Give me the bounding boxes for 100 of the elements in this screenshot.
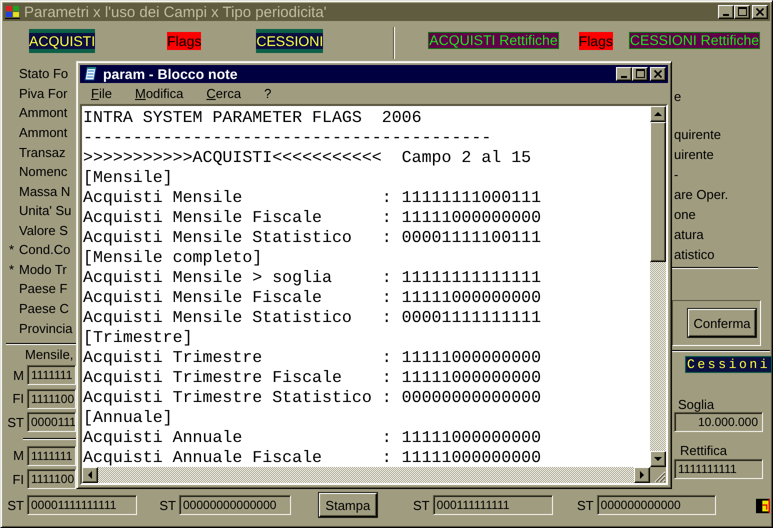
text-line: Acquisti Mensile > soglia : 11111111111111 — [83, 268, 542, 288]
text-line: Acquisti Mensile : 11111111000111 — [83, 188, 542, 208]
label-tag: ACQUISTI — [29, 29, 96, 53]
logo-icon — [756, 498, 770, 514]
left-arrow-icon — [88, 471, 92, 479]
maximize-button[interactable] — [632, 67, 648, 81]
label-tag: Cessioni — [685, 356, 772, 373]
up-arrow-icon — [654, 112, 662, 116]
value-field[interactable]: 1111100 — [27, 469, 76, 490]
field-label: Modo Tr — [19, 262, 67, 277]
scroll-left-button[interactable] — [82, 467, 98, 483]
text-line: Acquisti Trimestre Fiscale : 11111000000000 — [83, 368, 542, 388]
field-prefix: M — [12, 448, 25, 464]
menu-item[interactable]: File — [86, 86, 122, 100]
value-field[interactable]: 00001111111111 — [27, 495, 137, 515]
close-icon — [755, 7, 765, 17]
window-title: param - Blocco note — [103, 66, 239, 82]
menu-item[interactable]: Cerca — [201, 86, 252, 100]
field-label: Nomenc — [19, 164, 68, 180]
field-label: Valore S — [19, 222, 68, 238]
vertical-scrollbar[interactable] — [650, 106, 666, 467]
down-arrow-icon — [654, 456, 662, 462]
field-label: Transaz — [19, 144, 66, 160]
horizontal-scrollbar[interactable] — [82, 467, 650, 483]
right-arrow-icon — [640, 471, 644, 479]
text-line: Acquisti Mensile Statistico : 00001111100111 — [83, 228, 542, 248]
text-line: [Annuale] — [83, 408, 173, 428]
close-button[interactable] — [752, 5, 768, 19]
scroll-right-button[interactable] — [634, 467, 650, 483]
value-field[interactable]: 1111111 — [27, 365, 76, 386]
group-caption: Mensile, — [24, 346, 74, 364]
value-field[interactable]: 10.000.000 — [674, 412, 763, 432]
menu-item[interactable]: ? — [259, 86, 282, 100]
field-label: e — [674, 88, 682, 104]
field-label: uirente — [674, 146, 714, 162]
field-label: Paese C — [19, 301, 69, 316]
text-line: [Mensile completo] — [83, 248, 262, 268]
field-prefix: ST — [158, 498, 177, 512]
label-tag: ACQUISTI Rettifiche — [428, 32, 559, 49]
maximize-icon — [737, 7, 747, 17]
value-field[interactable]: 000000000000 — [596, 495, 716, 515]
maximize-icon — [635, 69, 645, 79]
menu-item[interactable]: Modifica — [130, 86, 194, 100]
field-label: atistico — [674, 246, 714, 262]
confirm-button[interactable]: Conferma — [688, 309, 756, 337]
label-tag: Flags — [167, 32, 202, 50]
field-label: Piva For — [19, 86, 68, 101]
field-label: - — [674, 166, 678, 182]
minimize-button[interactable] — [718, 5, 734, 19]
minimize-icon — [621, 76, 627, 78]
value-field[interactable]: 1111111 — [27, 446, 76, 466]
value-field[interactable]: 1111100 — [27, 388, 76, 409]
required-marker: * — [8, 262, 16, 277]
field-prefix: M — [12, 368, 25, 383]
field-label: one — [674, 206, 696, 222]
text-line: Acquisti Mensile Statistico : 00001111111111 — [83, 308, 542, 328]
text-line: [Trimestre] — [83, 328, 193, 348]
field-label: Soglia — [678, 397, 716, 412]
minimize-icon — [723, 14, 729, 16]
label-tag: CESSIONI Rettifiche — [628, 32, 760, 49]
field-prefix: ST — [6, 498, 25, 512]
scroll-down-button[interactable] — [650, 451, 666, 467]
app-icon — [5, 4, 21, 20]
print-button[interactable]: Stampa — [319, 493, 377, 517]
field-prefix: ST — [6, 414, 25, 430]
minimize-button[interactable] — [616, 67, 632, 81]
field-label: Ammont — [19, 105, 68, 120]
close-icon — [653, 69, 663, 79]
field-prefix: FI — [11, 472, 25, 487]
text-line: Acquisti Trimestre Statistico : 00000000000000 — [83, 388, 542, 408]
value-field[interactable]: 0000111 — [27, 412, 76, 432]
text-line: Acquisti Mensile Fiscale : 11111000000000 — [83, 288, 542, 308]
label-tag: CESSIONI — [256, 29, 324, 53]
text-area[interactable] — [82, 106, 650, 467]
resize-grip-icon[interactable] — [654, 471, 666, 483]
field-label: atura — [674, 226, 704, 242]
value-field[interactable]: 00000000000000 — [179, 495, 291, 515]
field-label: Stato Fo — [19, 66, 68, 82]
text-line: [Mensile] — [83, 168, 173, 188]
field-label: Ammont — [19, 124, 68, 140]
field-prefix: FI — [11, 391, 25, 406]
window-title: Parametri x l'uso dei Campi x Tipo periodicita' — [24, 4, 328, 20]
field-label: Massa N — [19, 184, 70, 199]
value-field[interactable]: 1111111111 — [674, 459, 763, 479]
text-line: Acquisti Annuale : 11111000000000 — [83, 428, 542, 448]
scroll-thumb[interactable] — [650, 122, 666, 262]
field-label: Rettifica — [680, 443, 728, 458]
required-marker: * — [8, 242, 16, 258]
close-button[interactable] — [650, 67, 666, 81]
text-line: Acquisti Annuale Fiscale : 11111000000000 — [83, 448, 542, 467]
maximize-button[interactable] — [734, 5, 750, 19]
value-field[interactable]: 000111111111 — [432, 495, 553, 515]
text-line: Acquisti Mensile Fiscale : 11111000000000 — [83, 208, 542, 228]
text-line: ----------------------------------------- — [83, 128, 492, 148]
scroll-up-button[interactable] — [650, 106, 666, 122]
field-label: Cond.Co — [19, 242, 70, 258]
field-label: Provincia — [19, 320, 72, 336]
field-label: quirente — [674, 126, 721, 142]
field-label: Unita' Su — [19, 203, 72, 218]
text-line: INTRA SYSTEM PARAMETER FLAGS 2006 — [83, 108, 422, 128]
